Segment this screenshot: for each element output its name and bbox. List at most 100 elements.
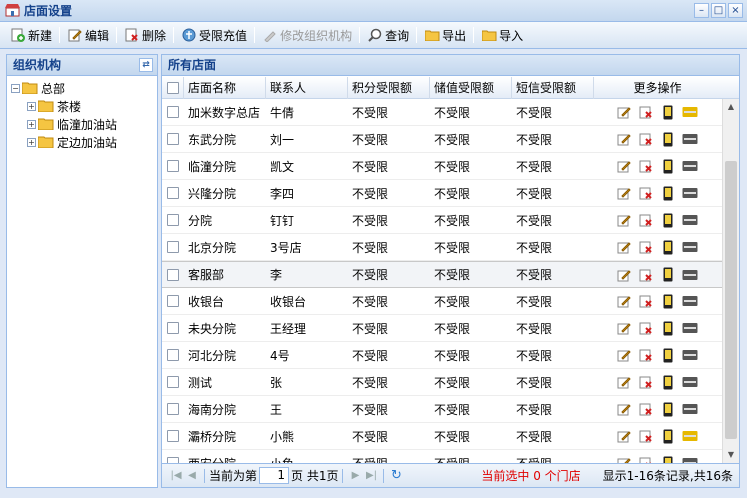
card-icon[interactable] <box>682 131 698 147</box>
card-icon[interactable] <box>682 293 698 309</box>
expand-icon[interactable]: + <box>27 119 36 129</box>
delete-icon[interactable] <box>638 185 654 201</box>
table-row[interactable]: 测试 张 不受限 不受限 不受限 <box>162 369 722 396</box>
table-row[interactable]: 收银台 收银台 不受限 不受限 不受限 <box>162 288 722 315</box>
table-row[interactable]: 西安分院小鱼不受限不受限不受限 <box>162 450 722 463</box>
tree-node-root[interactable]: − 总部 <box>11 79 157 97</box>
recharge-button[interactable]: 受限充值 <box>177 24 251 46</box>
edit-icon[interactable] <box>616 239 632 255</box>
edit-icon[interactable] <box>616 428 632 444</box>
expand-icon[interactable]: + <box>27 137 36 147</box>
mobile-icon[interactable] <box>660 104 676 120</box>
delete-icon[interactable] <box>638 428 654 444</box>
card-icon[interactable] <box>682 347 698 363</box>
card-icon[interactable] <box>682 374 698 390</box>
edit-icon[interactable] <box>616 131 632 147</box>
collapse-icon[interactable]: − <box>11 83 20 93</box>
card-icon[interactable] <box>682 428 698 444</box>
edit-icon[interactable] <box>616 374 632 390</box>
tree-node-child[interactable]: + 临潼加油站 <box>11 115 157 133</box>
row-checkbox[interactable] <box>167 295 179 307</box>
table-row[interactable]: 未央分院 王经理 不受限 不受限 不受限 <box>162 315 722 342</box>
column-header[interactable]: 储值受限额 <box>430 77 512 99</box>
row-checkbox[interactable] <box>167 241 179 253</box>
import-button[interactable]: 导入 <box>477 24 527 46</box>
edit-button[interactable]: 编辑 <box>63 24 113 46</box>
query-button[interactable]: 查询 <box>363 24 413 46</box>
mobile-icon[interactable] <box>660 185 676 201</box>
last-page-icon[interactable]: ▶| <box>363 468 379 484</box>
row-checkbox[interactable] <box>167 349 179 361</box>
mobile-icon[interactable] <box>660 267 676 283</box>
select-all-checkbox[interactable] <box>166 82 179 94</box>
mobile-icon[interactable] <box>660 374 676 390</box>
tree-node-child[interactable]: + 定边加油站 <box>11 133 157 151</box>
delete-icon[interactable] <box>638 347 654 363</box>
table-row[interactable]: 加米数字总店 牛倩 不受限 不受限 不受限 <box>162 99 722 126</box>
mobile-icon[interactable] <box>660 347 676 363</box>
edit-icon[interactable] <box>616 267 632 283</box>
delete-icon[interactable] <box>638 239 654 255</box>
refresh-icon[interactable]: ⇄ <box>139 58 153 72</box>
edit-icon[interactable] <box>616 455 632 463</box>
expand-icon[interactable]: + <box>27 101 36 111</box>
card-icon[interactable] <box>682 212 698 228</box>
row-checkbox[interactable] <box>167 187 179 199</box>
delete-icon[interactable] <box>638 131 654 147</box>
modify-org-button[interactable]: 修改组织机构 <box>258 24 356 46</box>
delete-button[interactable]: 删除 <box>120 24 170 46</box>
delete-icon[interactable] <box>638 212 654 228</box>
delete-icon[interactable] <box>638 293 654 309</box>
export-button[interactable]: 导出 <box>420 24 470 46</box>
table-row[interactable]: 分院 钉钉 不受限 不受限 不受限 <box>162 207 722 234</box>
delete-icon[interactable] <box>638 267 654 283</box>
mobile-icon[interactable] <box>660 428 676 444</box>
delete-icon[interactable] <box>638 158 654 174</box>
delete-icon[interactable] <box>638 320 654 336</box>
row-checkbox[interactable] <box>167 133 179 145</box>
row-checkbox[interactable] <box>167 403 179 415</box>
tree-node-child[interactable]: + 茶楼 <box>11 97 157 115</box>
edit-icon[interactable] <box>616 185 632 201</box>
row-checkbox[interactable] <box>167 106 179 118</box>
prev-page-icon[interactable]: ◀ <box>184 468 200 484</box>
column-header[interactable]: 店面名称 <box>184 77 266 99</box>
table-row[interactable]: 灞桥分院 小熊 不受限 不受限 不受限 <box>162 423 722 450</box>
card-icon[interactable] <box>682 267 698 283</box>
card-icon[interactable] <box>682 401 698 417</box>
delete-icon[interactable] <box>638 374 654 390</box>
edit-icon[interactable] <box>616 401 632 417</box>
edit-icon[interactable] <box>616 293 632 309</box>
row-checkbox[interactable] <box>167 322 179 334</box>
scroll-thumb[interactable] <box>725 161 737 439</box>
mobile-icon[interactable] <box>660 401 676 417</box>
column-header[interactable]: 联系人 <box>266 77 348 99</box>
mobile-icon[interactable] <box>660 212 676 228</box>
row-checkbox[interactable] <box>167 430 179 442</box>
refresh-icon[interactable]: ↻ <box>388 468 404 484</box>
scroll-up-icon[interactable]: ▲ <box>723 99 739 115</box>
table-row[interactable]: 北京分院 3号店 不受限 不受限 不受限 <box>162 234 722 261</box>
edit-icon[interactable] <box>616 347 632 363</box>
row-checkbox[interactable] <box>167 160 179 172</box>
page-input[interactable]: 1 <box>259 467 290 484</box>
table-row[interactable]: 客服部 李 不受限 不受限 不受限 <box>162 261 722 288</box>
edit-icon[interactable] <box>616 158 632 174</box>
card-icon[interactable] <box>682 320 698 336</box>
card-icon[interactable] <box>682 104 698 120</box>
mobile-icon[interactable] <box>660 239 676 255</box>
card-icon[interactable] <box>682 158 698 174</box>
first-page-icon[interactable]: |◀ <box>168 468 184 484</box>
column-header[interactable]: 积分受限额 <box>348 77 430 99</box>
card-icon[interactable] <box>682 239 698 255</box>
scroll-down-icon[interactable]: ▼ <box>723 447 739 463</box>
close-button[interactable]: × <box>728 3 743 18</box>
mobile-icon[interactable] <box>660 131 676 147</box>
vertical-scrollbar[interactable]: ▲ ▼ <box>722 99 739 463</box>
edit-icon[interactable] <box>616 104 632 120</box>
mobile-icon[interactable] <box>660 320 676 336</box>
table-row[interactable]: 东武分院 刘一 不受限 不受限 不受限 <box>162 126 722 153</box>
new-button[interactable]: 新建 <box>6 24 56 46</box>
table-row[interactable]: 河北分院 4号 不受限 不受限 不受限 <box>162 342 722 369</box>
card-icon[interactable] <box>682 185 698 201</box>
